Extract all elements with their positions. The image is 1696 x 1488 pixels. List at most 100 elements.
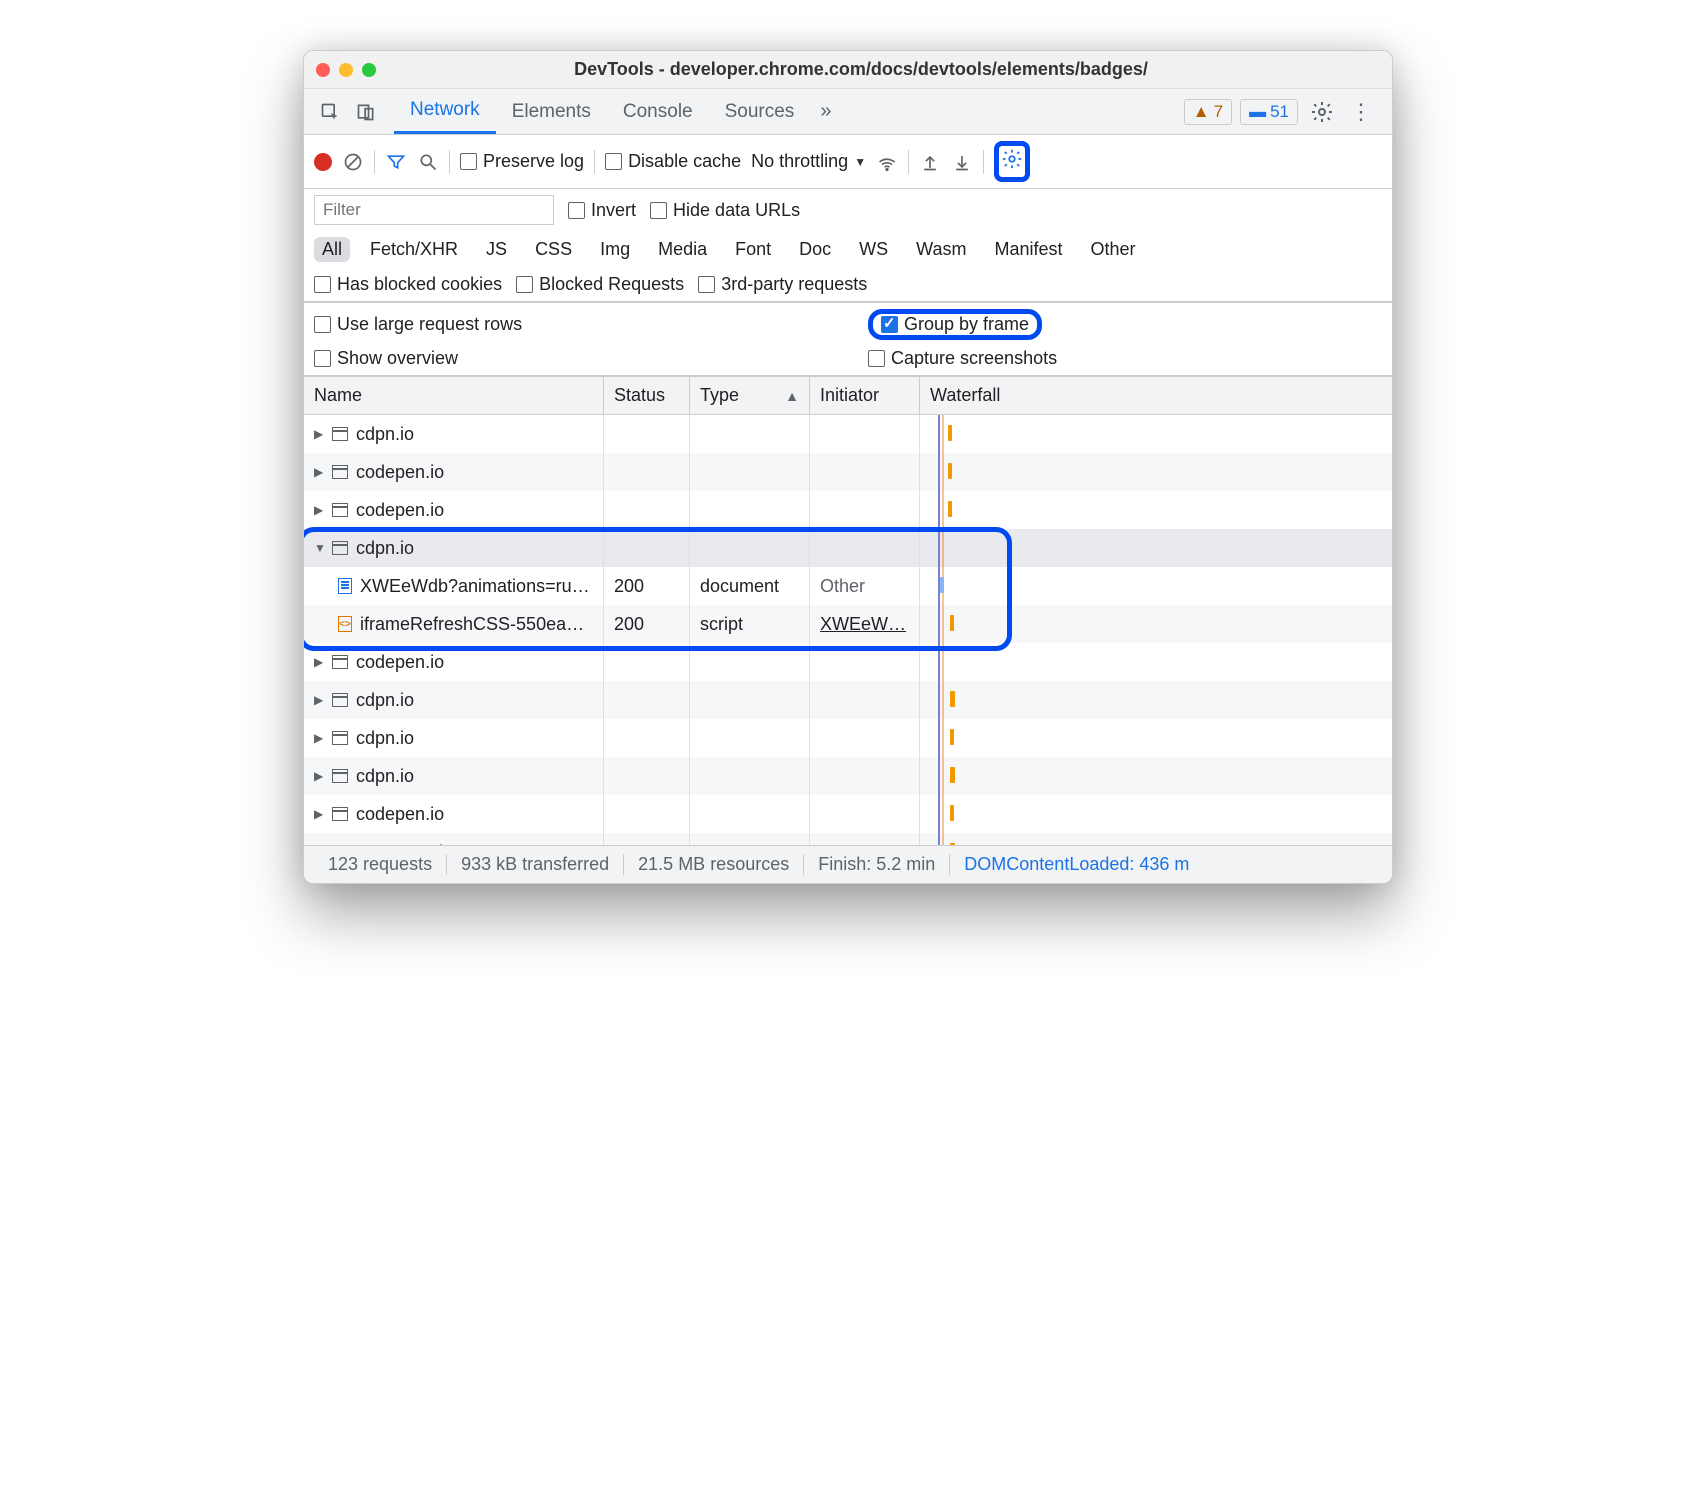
maximize-window-button[interactable] <box>362 63 376 77</box>
hide-data-urls-checkbox[interactable]: Hide data URLs <box>650 200 800 221</box>
filter-icon[interactable] <box>385 151 407 173</box>
type-js[interactable]: JS <box>478 237 515 262</box>
cell-status <box>604 681 690 719</box>
tab-network[interactable]: Network <box>394 89 496 134</box>
blocked-requests-checkbox[interactable]: Blocked Requests <box>516 274 684 295</box>
type-img[interactable]: Img <box>592 237 638 262</box>
more-tabs-button[interactable]: » <box>810 100 841 123</box>
header-type[interactable]: Type ▲ <box>690 377 810 414</box>
frame-icon <box>332 465 348 479</box>
chevron-right-icon[interactable]: ▶ <box>314 731 326 745</box>
type-ws[interactable]: WS <box>851 237 896 262</box>
table-row[interactable]: ▶codepen.io <box>304 491 1392 529</box>
type-media[interactable]: Media <box>650 237 715 262</box>
cell-status <box>604 757 690 795</box>
show-overview-checkbox[interactable]: Show overview <box>314 348 828 369</box>
network-conditions-icon[interactable] <box>876 151 898 173</box>
separator <box>374 150 375 174</box>
checkbox-icon <box>314 316 331 333</box>
type-font[interactable]: Font <box>727 237 779 262</box>
record-button[interactable] <box>314 153 332 171</box>
chevron-down-icon[interactable]: ▼ <box>314 541 326 555</box>
tab-elements[interactable]: Elements <box>496 89 607 134</box>
table-row[interactable]: ▶cdpn.io <box>304 719 1392 757</box>
table-row[interactable]: ▶codepen.io <box>304 795 1392 833</box>
use-large-rows-checkbox[interactable]: Use large request rows <box>314 309 828 340</box>
throttling-select[interactable]: No throttling ▼ <box>751 151 866 172</box>
cell-name: <>iframeRefreshCSS-550ea… <box>304 605 604 643</box>
table-row[interactable]: ▶codepen.io <box>304 453 1392 491</box>
search-icon[interactable] <box>417 151 439 173</box>
status-transferred: 933 kB transferred <box>447 854 624 875</box>
messages-badge[interactable]: ▬ 51 <box>1240 99 1298 125</box>
type-other[interactable]: Other <box>1083 237 1144 262</box>
frame-icon <box>332 655 348 669</box>
table-row[interactable]: ▼cdpn.io <box>304 529 1392 567</box>
minimize-window-button[interactable] <box>339 63 353 77</box>
checkbox-icon <box>460 153 477 170</box>
cell-initiator <box>810 719 920 757</box>
close-window-button[interactable] <box>316 63 330 77</box>
download-icon[interactable] <box>951 151 973 173</box>
chevron-right-icon[interactable]: ▶ <box>314 655 326 669</box>
settings-icon[interactable] <box>1310 100 1334 124</box>
chevron-right-icon[interactable]: ▶ <box>314 693 326 707</box>
type-css[interactable]: CSS <box>527 237 580 262</box>
type-doc[interactable]: Doc <box>791 237 839 262</box>
device-toggle-icon[interactable] <box>352 98 380 126</box>
more-options-icon[interactable]: ⋮ <box>1342 99 1380 125</box>
table-row[interactable]: <>iframeRefreshCSS-550ea…200scriptXWEeW… <box>304 605 1392 643</box>
has-blocked-cookies-checkbox[interactable]: Has blocked cookies <box>314 274 502 295</box>
cell-name: ▶codepen.io <box>304 795 604 833</box>
cell-status <box>604 643 690 681</box>
type-fetch-xhr[interactable]: Fetch/XHR <box>362 237 466 262</box>
warnings-badge[interactable]: ▲ 7 <box>1184 99 1232 125</box>
table-row[interactable]: XWEeWdb?animations=ru…200documentOther <box>304 567 1392 605</box>
chevron-right-icon[interactable]: ▶ <box>314 807 326 821</box>
capture-screenshots-checkbox[interactable]: Capture screenshots <box>868 348 1382 369</box>
header-status[interactable]: Status <box>604 377 690 414</box>
header-name[interactable]: Name <box>304 377 604 414</box>
cell-waterfall <box>920 719 1392 757</box>
type-wasm[interactable]: Wasm <box>908 237 974 262</box>
type-all[interactable]: All <box>314 237 350 262</box>
chevron-right-icon[interactable]: ▶ <box>314 427 326 441</box>
cell-status <box>604 833 690 845</box>
table-row[interactable]: ▶cdpn.io <box>304 681 1392 719</box>
cell-initiator[interactable]: XWEeW… <box>810 605 920 643</box>
cell-initiator <box>810 529 920 567</box>
upload-icon[interactable] <box>919 151 941 173</box>
table-row[interactable]: ▶codepen.io <box>304 643 1392 681</box>
warning-icon: ▲ <box>1193 102 1210 122</box>
chevron-right-icon[interactable]: ▶ <box>314 503 326 517</box>
table-row[interactable]: ▶cdpn.io <box>304 415 1392 453</box>
window-title: DevTools - developer.chrome.com/docs/dev… <box>392 59 1380 80</box>
group-by-frame-checkbox[interactable]: Group by frame <box>881 314 1029 335</box>
header-waterfall[interactable]: Waterfall <box>920 377 1392 414</box>
checkbox-icon <box>698 276 715 293</box>
type-manifest[interactable]: Manifest <box>987 237 1071 262</box>
table-row[interactable]: ▶cdpn.io <box>304 757 1392 795</box>
inspect-element-icon[interactable] <box>316 98 344 126</box>
tab-sources[interactable]: Sources <box>709 89 811 134</box>
frame-icon <box>332 731 348 745</box>
cell-name: ▶cdpn.io <box>304 719 604 757</box>
header-initiator[interactable]: Initiator <box>810 377 920 414</box>
preserve-log-checkbox[interactable]: Preserve log <box>460 151 584 172</box>
cell-name: ▶www.google.com <box>304 833 604 845</box>
cell-type <box>690 415 810 453</box>
cell-status <box>604 795 690 833</box>
cell-initiator <box>810 415 920 453</box>
extra-filter-bar: Has blocked cookies Blocked Requests 3rd… <box>304 268 1392 302</box>
table-row[interactable]: ▶www.google.com <box>304 833 1392 845</box>
chevron-right-icon[interactable]: ▶ <box>314 769 326 783</box>
clear-icon[interactable] <box>342 151 364 173</box>
third-party-checkbox[interactable]: 3rd-party requests <box>698 274 867 295</box>
tab-console[interactable]: Console <box>607 89 709 134</box>
chevron-right-icon[interactable]: ▶ <box>314 465 326 479</box>
invert-checkbox[interactable]: Invert <box>568 200 636 221</box>
network-settings-icon[interactable] <box>994 141 1030 182</box>
disable-cache-checkbox[interactable]: Disable cache <box>605 151 741 172</box>
filter-input[interactable] <box>314 195 554 225</box>
cell-name: ▶cdpn.io <box>304 757 604 795</box>
